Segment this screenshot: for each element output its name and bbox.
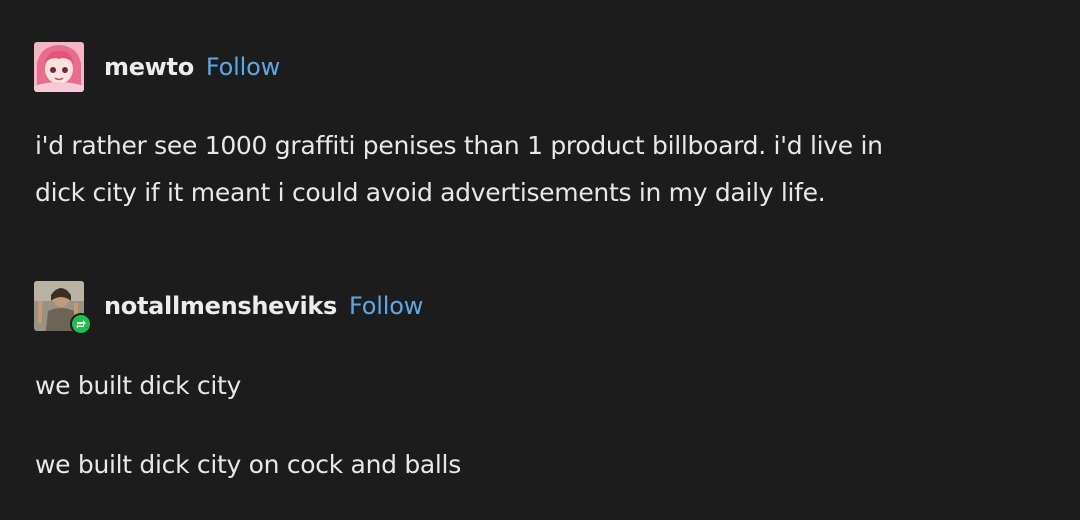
post-text: we built dick city <box>35 362 241 409</box>
post-paragraph: we built dick city <box>35 371 242 400</box>
username[interactable]: mewto <box>104 53 194 81</box>
post-header: mewto Follow <box>34 42 280 92</box>
reblog-badge <box>70 313 92 335</box>
avatar-notallmensheviks[interactable] <box>34 281 92 335</box>
anime-avatar-icon <box>34 42 84 92</box>
follow-button[interactable]: Follow <box>349 292 423 320</box>
post-text-line: dick city if it meant i could avoid adve… <box>35 178 826 207</box>
post-text: i'd rather see 1000 graffiti penises tha… <box>35 122 883 216</box>
reblog-icon <box>76 320 86 329</box>
username[interactable]: notallmensheviks <box>104 292 337 320</box>
avatar-mewto[interactable] <box>34 42 84 92</box>
post-header: notallmensheviks Follow <box>34 281 423 335</box>
follow-button[interactable]: Follow <box>206 53 280 81</box>
post-paragraph: we built dick city on cock and balls <box>35 450 461 479</box>
post-text-line: i'd rather see 1000 graffiti penises tha… <box>35 131 883 160</box>
post-text: we built dick city on cock and balls <box>35 441 461 488</box>
